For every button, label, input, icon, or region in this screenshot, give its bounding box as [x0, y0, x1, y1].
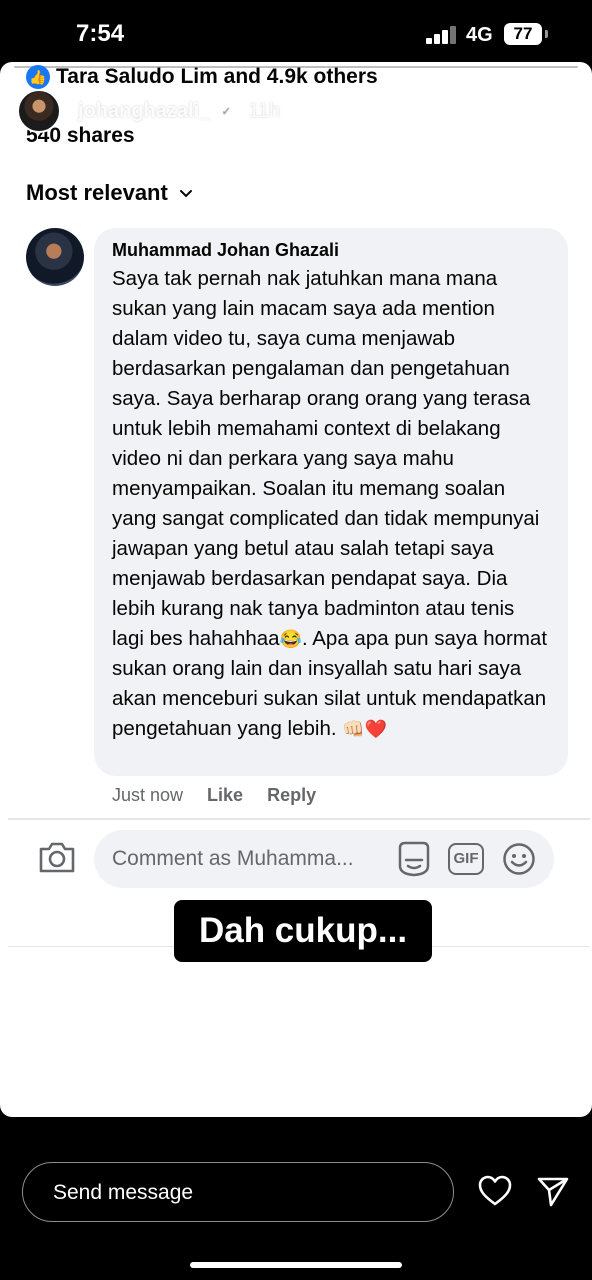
emoji-icon[interactable] [502, 842, 536, 876]
sort-label: Most relevant [26, 180, 168, 205]
more-options-icon[interactable] [496, 108, 522, 114]
avatar-sticker-icon[interactable] [396, 840, 432, 878]
close-icon[interactable] [548, 96, 580, 128]
story-username[interactable]: johanghazali_ [78, 100, 210, 123]
comment-input[interactable]: Comment as Muhamma... GIF [94, 830, 554, 888]
send-message-input[interactable]: Send message [22, 1162, 454, 1222]
like-button[interactable]: Like [207, 785, 243, 806]
story-age: 11h [248, 100, 281, 122]
comment-actions: Just now Like Reply [112, 785, 316, 806]
verified-badge-icon: ✓ [218, 103, 235, 120]
story-avatar[interactable] [17, 89, 61, 133]
like-reaction-icon: 👍 [26, 65, 50, 89]
comment-text-part: Saya tak pernah nak jatuhkan mana mana s… [112, 267, 540, 650]
reactions-summary[interactable]: 👍 Tara Saludo Lim and 4.9k others [26, 64, 378, 90]
story-caption: Dah cukup... [174, 900, 432, 962]
story-card[interactable]: 👍 Tara Saludo Lim and 4.9k others 540 sh… [0, 62, 592, 1117]
reply-button[interactable]: Reply [267, 785, 316, 806]
status-bar: 7:54 4G 77 [0, 0, 592, 62]
story-header[interactable]: johanghazali_ ✓ 11h [78, 100, 280, 123]
heart-icon[interactable] [478, 1175, 512, 1207]
fist-heart-emoji: 👊🏻❤️ [342, 719, 388, 739]
reactions-text: Tara Saludo Lim and 4.9k others [56, 65, 378, 88]
divider [8, 818, 590, 820]
comment-placeholder: Comment as Muhamma... [112, 847, 354, 870]
battery-tip [545, 30, 548, 38]
comment-text: Saya tak pernah nak jatuhkan mana mana s… [112, 264, 550, 744]
battery-icon: 77 [504, 23, 542, 45]
signal-icon [426, 26, 458, 44]
gif-icon[interactable]: GIF [448, 843, 484, 875]
comment-time: Just now [112, 785, 184, 805]
sort-dropdown[interactable]: Most relevant [26, 180, 194, 206]
comment-author[interactable]: Muhammad Johan Ghazali [112, 238, 550, 262]
send-message-placeholder: Send message [53, 1181, 194, 1204]
comment-bubble: Muhammad Johan Ghazali Saya tak pernah n… [94, 228, 568, 776]
send-icon[interactable] [536, 1174, 570, 1208]
comment-avatar[interactable] [26, 228, 84, 286]
status-time: 7:54 [76, 20, 125, 47]
network-type: 4G [466, 24, 493, 46]
chevron-down-icon [179, 190, 192, 198]
laughing-emoji: 😂 [279, 629, 302, 649]
home-indicator [190, 1262, 402, 1268]
camera-icon[interactable] [38, 840, 76, 874]
